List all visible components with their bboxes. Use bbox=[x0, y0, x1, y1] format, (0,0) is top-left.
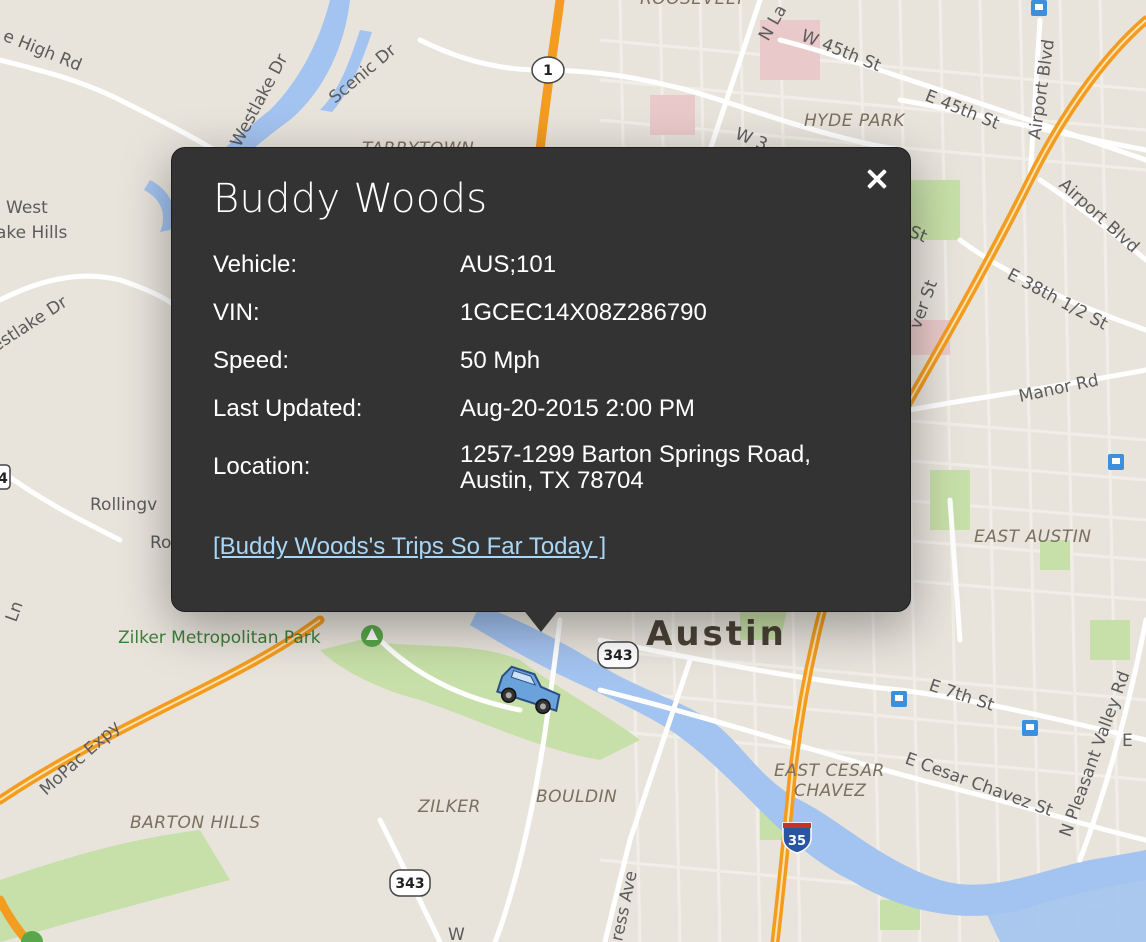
svg-text:343: 343 bbox=[395, 876, 424, 892]
vehicle-value: AUS;101 bbox=[460, 251, 557, 278]
place-label-west-lake-hills-2: ake Hills bbox=[0, 223, 67, 243]
vin-value: 1GCEC14X08Z286790 bbox=[460, 299, 707, 326]
place-label-zilker: ZILKER bbox=[417, 797, 481, 817]
place-label-east-cesar-chavez: EAST CESAR bbox=[774, 761, 885, 781]
route-shield-left-edge: 4 bbox=[0, 464, 11, 490]
vehicle-label: Vehicle: bbox=[213, 251, 298, 278]
route-shield-1: 1 bbox=[531, 56, 565, 84]
svg-text:4: 4 bbox=[0, 471, 8, 487]
road-label-e: E bbox=[1122, 731, 1133, 751]
speed-label: Speed: bbox=[213, 347, 290, 374]
place-label-east-austin: EAST AUSTIN bbox=[974, 527, 1091, 547]
svg-text:343: 343 bbox=[603, 648, 632, 664]
speed-value: 50 Mph bbox=[460, 347, 541, 374]
road-label-w: W bbox=[448, 925, 465, 942]
popup-pointer bbox=[522, 608, 560, 632]
close-icon[interactable] bbox=[864, 166, 890, 192]
bus-stop-icon[interactable] bbox=[1031, 0, 1047, 16]
route-shield-343-south: 343 bbox=[389, 869, 431, 897]
bus-stop-icon[interactable] bbox=[1022, 720, 1038, 736]
park-tree-icon bbox=[361, 625, 383, 647]
vin-label: VIN: bbox=[213, 299, 260, 326]
svg-text:35: 35 bbox=[788, 834, 806, 849]
location-label: Location: bbox=[213, 453, 311, 480]
place-label-west-lake-hills: West bbox=[6, 198, 48, 218]
place-label-rollingwood: Rollingv bbox=[90, 495, 157, 515]
popup-title: Buddy Woods bbox=[213, 176, 488, 222]
location-line-1: 1257-1299 Barton Springs Road, bbox=[460, 441, 811, 468]
road-label-ro: Ro bbox=[150, 533, 171, 553]
route-shield-343-north: 343 bbox=[597, 641, 639, 669]
bus-stop-icon[interactable] bbox=[891, 691, 907, 707]
last-updated-value: Aug-20-2015 2:00 PM bbox=[460, 395, 695, 422]
bus-stop-icon[interactable] bbox=[1108, 454, 1124, 470]
last-updated-label: Last Updated: bbox=[213, 395, 363, 422]
place-label-hyde-park: HYDE PARK bbox=[804, 111, 906, 131]
place-label-roosevelt: ROOSEVELT bbox=[640, 0, 747, 9]
place-label-barton-hills: BARTON HILLS bbox=[130, 813, 261, 833]
svg-text:1: 1 bbox=[543, 63, 553, 79]
city-label-austin: Austin bbox=[646, 614, 787, 654]
park-label-zilker: Zilker Metropolitan Park bbox=[118, 628, 321, 648]
location-line-2: Austin, TX 78704 bbox=[460, 467, 644, 494]
interstate-shield-35: 35 bbox=[782, 822, 812, 854]
vehicle-info-popup: Buddy Woods Vehicle: AUS;101 VIN: 1GCEC1… bbox=[171, 147, 911, 612]
trips-today-link[interactable]: [Buddy Woods's Trips So Far Today ] bbox=[213, 533, 606, 561]
place-label-east-cesar-chavez-2: CHAVEZ bbox=[794, 781, 866, 801]
place-label-bouldin: BOULDIN bbox=[536, 787, 617, 807]
